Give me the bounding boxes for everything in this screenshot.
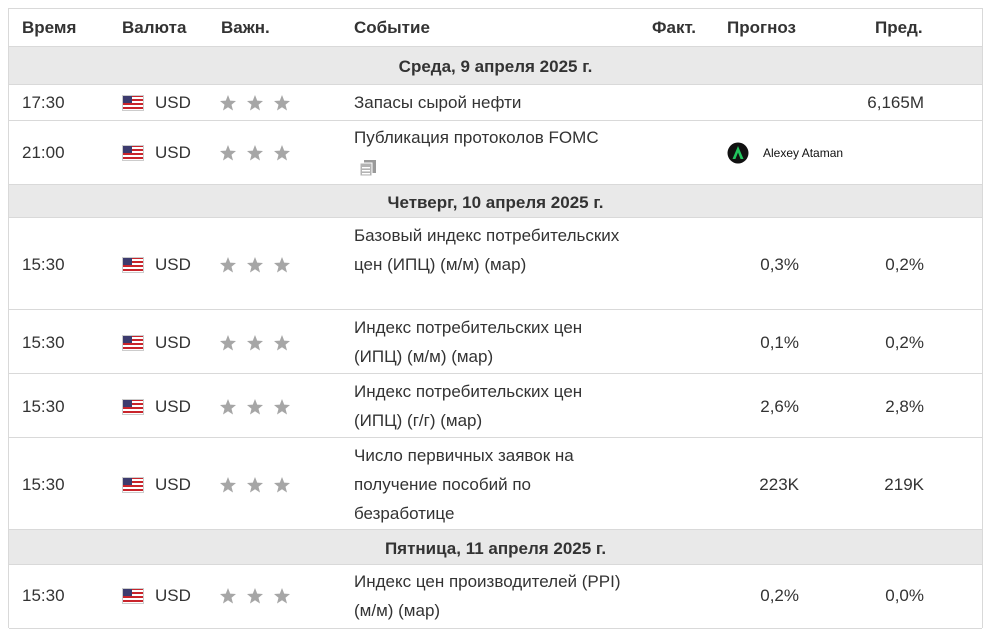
star-icon: [220, 145, 236, 161]
star-icon: [274, 335, 290, 351]
table-row[interactable]: 21:00 USD Публикация протоколов FOMC Ale…: [9, 121, 982, 185]
table-row[interactable]: 15:30 USD Индекс потребительских цен (ИП…: [9, 374, 982, 438]
event-time: 21:00: [22, 143, 65, 162]
day-row: Пятница, 11 апреля 2025 г.: [9, 530, 982, 565]
star-icon: [247, 588, 263, 604]
importance-stars: [219, 475, 299, 495]
star-icon: [247, 399, 263, 415]
event-name[interactable]: Индекс цен производителей (PPI) (м/м) (м…: [354, 567, 629, 625]
event-name[interactable]: Базовый индекс потребительских цен (ИПЦ)…: [354, 221, 629, 279]
previous-value: 2,8%: [885, 397, 924, 416]
table-header: Время Валюта Важн. Событие Факт. Прогноз…: [9, 9, 982, 47]
currency-code: USD: [155, 586, 191, 605]
event-name[interactable]: Число первичных заявок на получение посо…: [354, 441, 629, 528]
col-time-header[interactable]: Время: [22, 18, 76, 38]
event-time: 15:30: [22, 586, 65, 605]
importance-stars: [219, 143, 299, 163]
previous-value: 0,0%: [885, 586, 924, 605]
event-time: 17:30: [22, 93, 65, 112]
currency-code: USD: [155, 93, 191, 112]
watermark-text: Alexey Ataman: [763, 146, 844, 160]
col-forecast-header[interactable]: Прогноз: [727, 18, 796, 38]
col-currency-header[interactable]: Валюта: [122, 18, 186, 38]
star-icon: [247, 335, 263, 351]
day-label: Пятница, 11 апреля 2025 г.: [384, 539, 607, 558]
col-event-header[interactable]: Событие: [354, 18, 430, 38]
event-name[interactable]: Индекс потребительских цен (ИПЦ) (г/г) (…: [354, 377, 629, 435]
economic-calendar: Время Валюта Важн. Событие Факт. Прогноз…: [8, 8, 983, 629]
event-time: 15:30: [22, 255, 65, 274]
us-flag-icon: [122, 588, 144, 604]
star-icon: [220, 477, 236, 493]
importance-stars: [219, 93, 299, 113]
day-row: Среда, 9 апреля 2025 г.: [9, 47, 982, 85]
day-label: Четверг, 10 апреля 2025 г.: [387, 193, 604, 212]
importance-stars: [219, 397, 299, 417]
table-row[interactable]: 15:30 USD Базовый индекс потребительских…: [9, 218, 982, 310]
importance-stars: [219, 255, 299, 275]
us-flag-icon: [122, 257, 144, 273]
day-label: Среда, 9 апреля 2025 г.: [398, 57, 593, 76]
table-row[interactable]: 15:30 USD Индекс цен производителей (PPI…: [9, 565, 982, 629]
forecast-value: 0,3%: [760, 255, 799, 274]
star-icon: [274, 399, 290, 415]
event-name[interactable]: Индекс потребительских цен (ИПЦ) (м/м) (…: [354, 313, 629, 371]
star-icon: [247, 257, 263, 273]
importance-stars: [219, 586, 299, 606]
previous-value: 219K: [884, 475, 924, 494]
table-row[interactable]: 17:30 USD Запасы сырой нефти 6,165M: [9, 85, 982, 121]
forecast-value: 0,2%: [760, 586, 799, 605]
star-icon: [274, 95, 290, 111]
forecast-value: 2,6%: [760, 397, 799, 416]
event-name[interactable]: Публикация протоколов FOMC: [354, 123, 629, 152]
star-icon: [220, 588, 236, 604]
previous-value: 0,2%: [885, 333, 924, 352]
forecast-value: 223K: [759, 475, 799, 494]
star-icon: [274, 145, 290, 161]
star-icon: [220, 335, 236, 351]
col-importance-header[interactable]: Важн.: [221, 18, 270, 38]
currency-code: USD: [155, 475, 191, 494]
document-icon[interactable]: [359, 159, 377, 177]
currency-code: USD: [155, 255, 191, 274]
us-flag-icon: [122, 95, 144, 111]
event-name[interactable]: Запасы сырой нефти: [354, 88, 629, 117]
event-time: 15:30: [22, 333, 65, 352]
star-icon: [247, 95, 263, 111]
star-icon: [274, 588, 290, 604]
us-flag-icon: [122, 399, 144, 415]
table-row[interactable]: 15:30 USD Число первичных заявок на полу…: [9, 438, 982, 530]
star-icon: [220, 257, 236, 273]
us-flag-icon: [122, 477, 144, 493]
currency-code: USD: [155, 333, 191, 352]
star-icon: [247, 145, 263, 161]
star-icon: [220, 399, 236, 415]
forecast-value: 0,1%: [760, 333, 799, 352]
importance-stars: [219, 333, 299, 353]
logo-icon: [727, 142, 749, 164]
star-icon: [274, 257, 290, 273]
us-flag-icon: [122, 335, 144, 351]
previous-value: 6,165M: [867, 93, 924, 112]
watermark: Alexey Ataman: [727, 142, 867, 164]
event-time: 15:30: [22, 475, 65, 494]
event-time: 15:30: [22, 397, 65, 416]
col-actual-header[interactable]: Факт.: [652, 18, 696, 38]
currency-code: USD: [155, 143, 191, 162]
col-previous-header[interactable]: Пред.: [875, 18, 923, 38]
table-row[interactable]: 15:30 USD Индекс потребительских цен (ИП…: [9, 310, 982, 374]
us-flag-icon: [122, 145, 144, 161]
star-icon: [274, 477, 290, 493]
star-icon: [220, 95, 236, 111]
star-icon: [247, 477, 263, 493]
currency-code: USD: [155, 397, 191, 416]
day-row: Четверг, 10 апреля 2025 г.: [9, 185, 982, 218]
previous-value: 0,2%: [885, 255, 924, 274]
